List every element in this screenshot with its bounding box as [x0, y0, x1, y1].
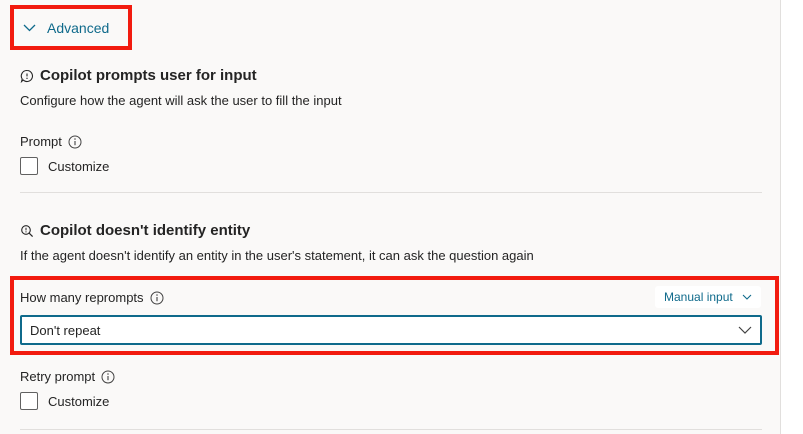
- info-icon[interactable]: [68, 135, 82, 149]
- reprompts-field-label: How many reprompts: [20, 290, 164, 305]
- info-icon[interactable]: [150, 291, 164, 305]
- scrollbar-track[interactable]: [781, 0, 803, 434]
- checkbox-box[interactable]: [20, 392, 38, 410]
- section-divider: [20, 192, 762, 193]
- reprompts-label-text: How many reprompts: [20, 290, 144, 305]
- reprompts-dropdown[interactable]: Don't repeat: [20, 315, 762, 345]
- retry-customize-checkbox[interactable]: Customize: [20, 392, 109, 410]
- customize-label: Customize: [48, 393, 110, 409]
- chat-bubble-icon: [20, 69, 33, 83]
- reprompts-dropdown-value: Don't repeat: [30, 322, 101, 338]
- chevron-down-icon: [23, 24, 36, 32]
- info-icon[interactable]: [101, 370, 115, 384]
- prompt-field-label: Prompt: [20, 134, 82, 149]
- search-icon: [21, 224, 34, 237]
- prompts-section-title: Copilot prompts user for input: [20, 67, 257, 84]
- retry-prompt-field-label: Retry prompt: [20, 369, 115, 384]
- entity-section-title-text: Copilot doesn't identify entity: [40, 222, 251, 239]
- entity-section-title: Copilot doesn't identify entity: [20, 222, 250, 239]
- checkbox-box[interactable]: [20, 157, 38, 175]
- prompts-section-title-text: Copilot prompts user for input: [40, 67, 257, 84]
- prompts-section-description: Configure how the agent will ask the use…: [20, 93, 342, 108]
- chevron-down-icon: [742, 294, 752, 300]
- retry-prompt-label-text: Retry prompt: [20, 369, 96, 384]
- customize-label: Customize: [48, 158, 110, 174]
- advanced-toggle[interactable]: Advanced: [18, 14, 126, 42]
- advanced-label: Advanced: [47, 20, 110, 36]
- chevron-down-icon: [738, 326, 752, 334]
- entity-section-description: If the agent doesn't identify an entity …: [20, 248, 534, 263]
- manual-input-button[interactable]: Manual input: [655, 286, 761, 308]
- prompt-customize-checkbox[interactable]: Customize: [20, 157, 109, 175]
- prompt-label-text: Prompt: [20, 134, 62, 149]
- section-divider: [20, 429, 762, 430]
- properties-panel: Advanced Copilot prompts user for input …: [0, 0, 780, 434]
- manual-input-label: Manual input: [664, 290, 733, 304]
